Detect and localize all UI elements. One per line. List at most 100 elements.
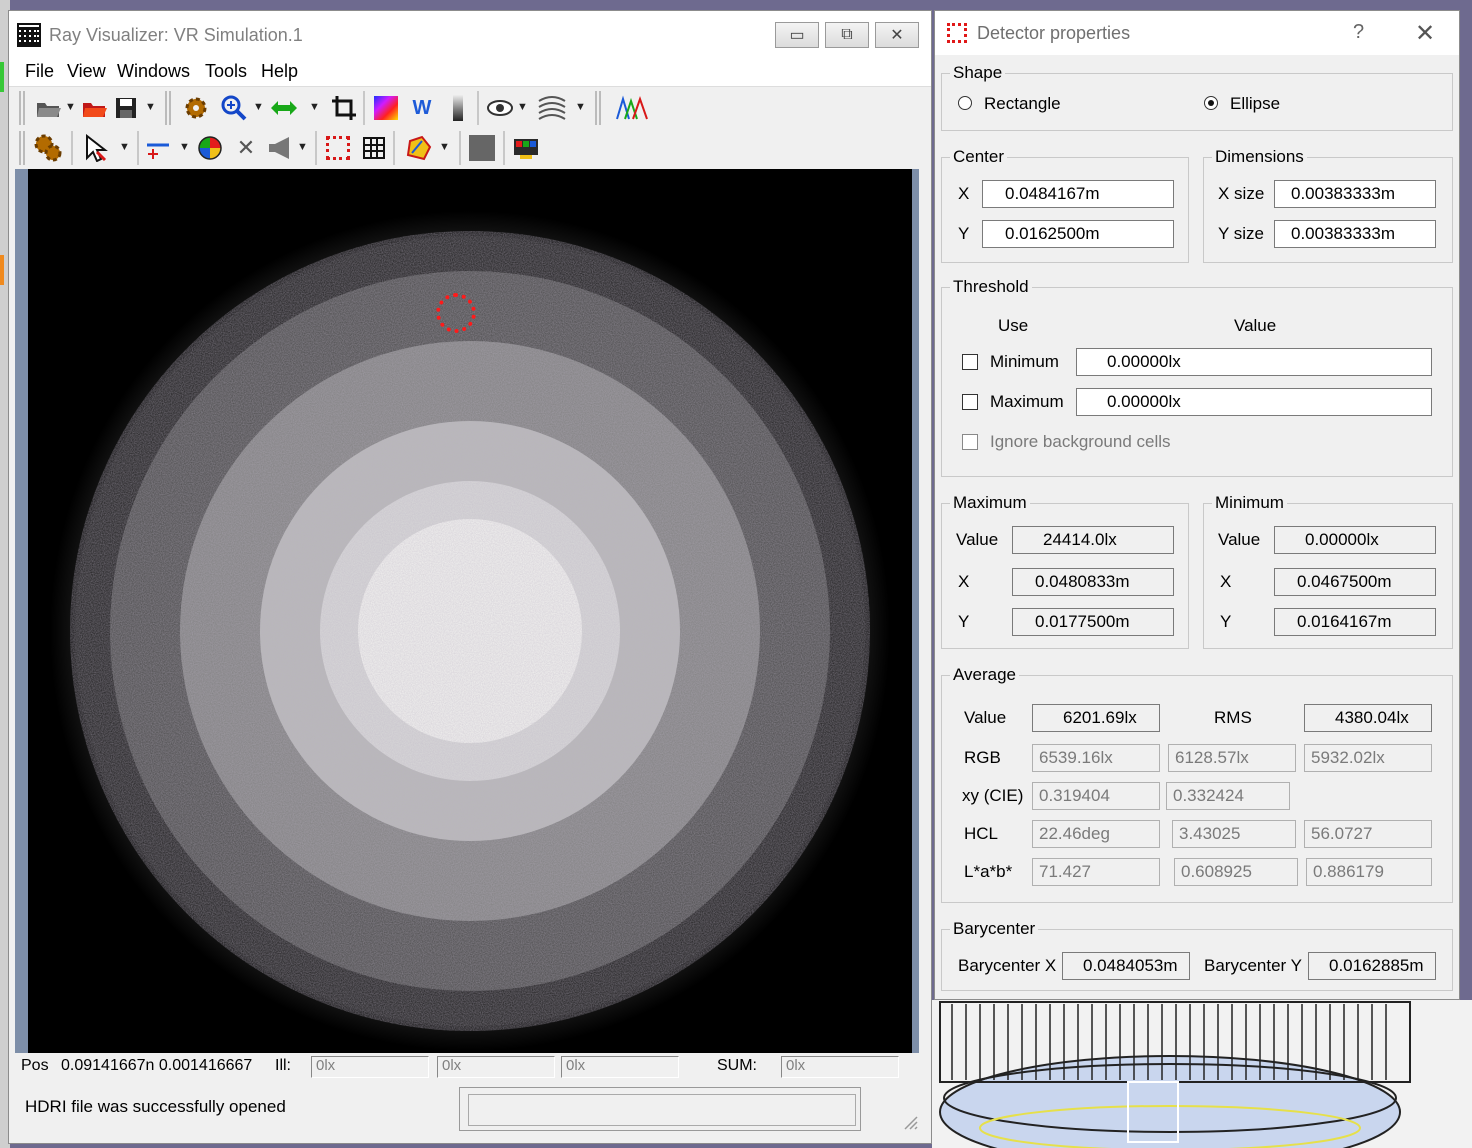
rgb-r-field: 6539.16lx [1032,744,1160,772]
center-y-label: Y [958,224,970,243]
noise-icon[interactable] [537,93,567,123]
illuminance-map-canvas[interactable] [28,169,912,1053]
restore-icon: ⧉ [841,26,853,43]
restore-button[interactable]: ⧉ [825,22,869,48]
toolbar-grip[interactable] [165,91,171,125]
rgb-b-field: 5932.02lx [1304,744,1432,772]
status-bar: HDRI file was successfully opened [15,1083,921,1135]
toolbar-grip[interactable] [19,131,25,165]
polygon-icon[interactable] [403,133,433,163]
select-pointer-icon[interactable] [81,133,111,163]
save-icon[interactable] [111,93,141,123]
ellipse-label[interactable]: Ellipse [1230,94,1280,114]
toolbar-grip[interactable] [19,91,25,125]
minimum-threshold-input[interactable]: 0.00000lx [1076,348,1432,376]
ellipse-radio[interactable] [1204,96,1218,110]
pan-dropdown-icon[interactable]: ▼ [309,101,320,113]
eye-icon[interactable] [485,93,515,123]
menu-view[interactable]: View [67,61,106,82]
rgb-g-field: 6128.57lx [1168,744,1296,772]
gear-icon[interactable] [181,93,211,123]
minimum-label: Minimum [990,352,1059,371]
select-dropdown-icon[interactable]: ▼ [119,141,130,153]
barycenter-x-field: 0.0484053m [1062,952,1190,980]
maximum-threshold-input[interactable]: 0.00000lx [1076,388,1432,416]
xy-y-field: 0.332424 [1166,782,1290,810]
center-legend: Center [950,147,1008,167]
spectrum-icon[interactable] [613,93,651,123]
detector-icon[interactable] [323,133,353,163]
menu-windows[interactable]: Windows [117,61,190,82]
menu-tools[interactable]: Tools [205,61,247,82]
toolbar-main: ▼ ▼ ▼ ▼ W ▼ ▼ [15,89,915,127]
zoom-in-icon[interactable] [219,93,249,123]
rectangle-radio[interactable] [958,96,972,110]
megaphone-icon[interactable] [265,133,295,163]
menu-help[interactable]: Help [261,61,298,82]
minimum-checkbox[interactable] [962,354,978,370]
x-size-label: X size [1218,184,1265,203]
dialog-title-bar[interactable]: Detector properties ? ✕ [935,11,1459,55]
pos-value: 0.09141667n 0.001416667 [61,1057,253,1074]
use-header: Use [998,316,1029,335]
resize-grip-icon[interactable] [903,1115,919,1131]
toolbar-grip[interactable] [595,91,601,125]
center-x-input[interactable]: 0.0484167m [982,180,1174,208]
3d-view-background [932,1000,1472,1148]
square-icon[interactable] [467,133,497,163]
threshold-group: Threshold Use Value Minimum 0.00000lx Ma… [941,277,1453,477]
progress-box [459,1087,861,1131]
line-icon[interactable] [143,133,173,163]
detector-ellipse-marker[interactable] [436,293,476,333]
color-wheel-icon[interactable] [195,133,225,163]
maximum-label: Maximum [990,392,1064,411]
minimize-button[interactable]: ▭ [775,22,819,48]
export-icon[interactable] [511,133,541,163]
eye-dropdown-icon[interactable]: ▼ [517,101,528,113]
maximum-checkbox[interactable] [962,394,978,410]
center-x-label: X [958,184,970,203]
maximum-value-label: Value [956,530,999,549]
pan-horizontal-icon[interactable] [269,93,299,123]
minimum-y-field: 0.0164167m [1274,608,1436,636]
open-dropdown-icon[interactable]: ▼ [65,101,76,113]
maximum-y-field: 0.0177500m [1012,608,1174,636]
barycenter-y-field: 0.0162885m [1308,952,1436,980]
barycenter-legend: Barycenter [950,919,1039,939]
maximum-x-field: 0.0480833m [1012,568,1174,596]
y-size-input[interactable]: 0.00383333m [1274,220,1436,248]
dialog-close-button[interactable]: ✕ [1415,19,1435,48]
cross-icon[interactable]: ✕ [231,133,261,163]
grayscale-bar-icon[interactable] [443,93,473,123]
open-icon[interactable] [33,93,63,123]
line-dropdown-icon[interactable]: ▼ [179,141,190,153]
close-button[interactable]: ✕ [875,22,919,48]
grid-icon[interactable] [359,133,389,163]
dimensions-legend: Dimensions [1212,147,1307,167]
minimum-value-field: 0.00000lx [1274,526,1436,554]
menu-file[interactable]: File [25,61,54,82]
open-red-icon[interactable] [79,93,109,123]
zoom-dropdown-icon[interactable]: ▼ [253,101,264,113]
save-dropdown-icon[interactable]: ▼ [145,101,156,113]
crop-icon[interactable] [329,93,359,123]
xy-x-field: 0.319404 [1032,782,1160,810]
gears-icon[interactable] [33,133,63,163]
minimum-y-label: Y [1220,612,1232,631]
y-size-label: Y size [1218,224,1264,243]
ignore-background-checkbox[interactable] [962,434,978,450]
minimum-group: Minimum Value 0.00000lx X 0.0467500m Y 0… [1203,493,1453,649]
value-header: Value [1234,316,1277,335]
ill-label: Ill: [275,1057,291,1074]
megaphone-dropdown-icon[interactable]: ▼ [297,141,308,153]
noise-dropdown-icon[interactable]: ▼ [575,101,586,113]
x-size-input[interactable]: 0.00383333m [1274,180,1436,208]
title-bar[interactable]: Ray Visualizer: VR Simulation.1 ▭ ⧉ ✕ [9,11,931,57]
color-map-icon[interactable] [371,93,401,123]
maximum-value-field: 24414.0lx [1012,526,1174,554]
white-balance-icon[interactable]: W [407,93,437,123]
polygon-dropdown-icon[interactable]: ▼ [439,141,450,153]
rectangle-label[interactable]: Rectangle [984,94,1061,114]
center-y-input[interactable]: 0.0162500m [982,220,1174,248]
help-button[interactable]: ? [1353,21,1364,44]
